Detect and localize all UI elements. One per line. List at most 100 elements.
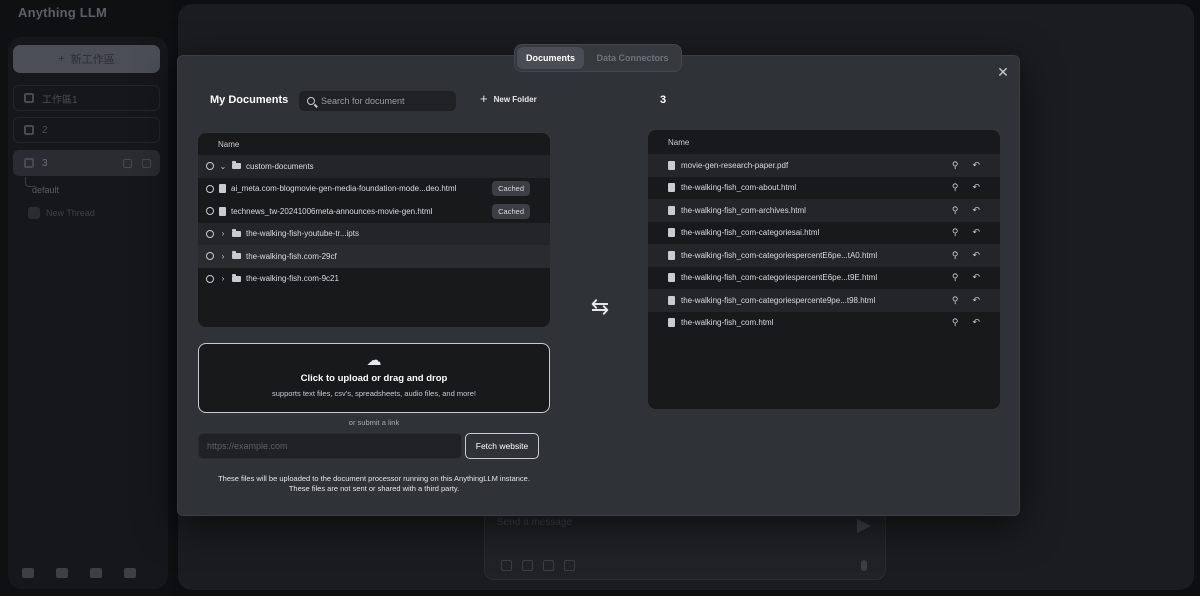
close-icon[interactable]: ✕: [996, 65, 1010, 79]
docs-icon[interactable]: [56, 568, 68, 578]
remove-icon[interactable]: ↶: [972, 250, 980, 261]
app-sidebar: Anything LLM + 新工作區 工作區1 2 3 default New…: [0, 0, 172, 596]
remove-icon[interactable]: ↶: [972, 227, 980, 238]
remove-icon[interactable]: ↶: [972, 205, 980, 216]
file-icon: [668, 250, 675, 260]
discord-icon[interactable]: [90, 568, 102, 578]
new-thread-button[interactable]: New Thread: [28, 207, 95, 219]
workspace-item-1[interactable]: 工作區1: [13, 85, 160, 111]
upload-icon[interactable]: [123, 158, 132, 168]
chevron-right-icon[interactable]: ›: [219, 274, 227, 283]
search-input[interactable]: [321, 96, 446, 106]
agent-icon[interactable]: [543, 560, 554, 571]
pin-icon[interactable]: ⚲: [952, 317, 959, 328]
item-name: the-walking-fish.com-29cf: [246, 251, 337, 261]
checkbox[interactable]: [206, 184, 214, 193]
pin-icon[interactable]: ⚲: [952, 272, 959, 283]
workspace-icon: [24, 93, 34, 103]
my-documents-title: My Documents: [210, 94, 289, 106]
list-item[interactable]: ⌄ custom-documents: [198, 155, 550, 178]
document-manager-modal: ✕ My Documents + New Folder 3 Name ⌄ cus…: [177, 55, 1020, 516]
list-item[interactable]: the-walking-fish_com-archives.html ⚲ ↶: [648, 199, 1000, 222]
chat-placeholder[interactable]: Send a message: [497, 517, 572, 528]
send-icon[interactable]: [857, 519, 871, 533]
item-name: custom-documents: [246, 161, 314, 171]
slash-command-icon[interactable]: [522, 560, 533, 571]
remove-icon[interactable]: ↶: [972, 317, 980, 328]
url-input[interactable]: [198, 433, 462, 459]
workspace-icon: [24, 125, 34, 135]
checkbox[interactable]: [206, 229, 214, 238]
workspace-title: 3: [660, 94, 667, 106]
chevron-right-icon[interactable]: ›: [219, 252, 227, 261]
chevron-right-icon[interactable]: ›: [219, 229, 227, 238]
remove-icon[interactable]: ↶: [972, 295, 980, 306]
list-item[interactable]: the-walking-fish_com-categoriesai.html ⚲…: [648, 222, 1000, 245]
workspace-label: 工作區1: [42, 94, 78, 106]
microphone-icon[interactable]: [861, 560, 867, 571]
checkbox[interactable]: [206, 274, 214, 283]
pin-icon[interactable]: ⚲: [952, 160, 959, 171]
checkbox[interactable]: [206, 252, 214, 261]
workspace-panel: + 新工作區 工作區1 2 3 default New Thread: [8, 37, 168, 589]
new-workspace-button[interactable]: + 新工作區: [13, 45, 160, 73]
list-item[interactable]: the-walking-fish_com-categoriespercentE6…: [648, 244, 1000, 267]
folder-icon: [232, 251, 241, 260]
upload-subtitle: supports text files, csv's, spreadsheets…: [271, 389, 477, 398]
item-name: the-walking-fish_com-categoriespercentE6…: [681, 273, 878, 283]
list-item[interactable]: the-walking-fish_com-categoriespercente9…: [648, 289, 1000, 312]
attach-icon[interactable]: [501, 560, 512, 571]
pin-icon[interactable]: ⚲: [952, 182, 959, 193]
swap-arrows-icon: ⇆: [590, 294, 610, 319]
remove-icon[interactable]: ↶: [972, 160, 980, 171]
file-icon: [668, 160, 675, 170]
tab-documents[interactable]: Documents: [517, 47, 584, 69]
plus-icon: +: [480, 91, 488, 106]
upload-dropzone[interactable]: ☁ Click to upload or drag and drop suppo…: [198, 343, 550, 413]
fetch-website-button[interactable]: Fetch website: [465, 433, 539, 459]
chevron-down-icon[interactable]: ⌄: [219, 162, 227, 171]
list-item[interactable]: technews_tw-20241006meta-announces-movie…: [198, 200, 550, 223]
list-item[interactable]: › the-walking-fish.com-29cf: [198, 245, 550, 268]
new-folder-button[interactable]: + New Folder: [480, 91, 537, 106]
checkbox[interactable]: [206, 207, 214, 216]
workspace-label: 3: [42, 157, 48, 169]
disclaimer-line-1: These files will be uploaded to the docu…: [218, 474, 530, 483]
text-size-icon[interactable]: [564, 560, 575, 571]
list-item[interactable]: ai_meta.com-blogmovie-gen-media-foundati…: [198, 178, 550, 201]
list-item[interactable]: › the-walking-fish.com-9c21: [198, 268, 550, 291]
workspace-item-2[interactable]: 2: [13, 117, 160, 143]
list-item[interactable]: the-walking-fish_com.html ⚲ ↶: [648, 312, 1000, 335]
column-header-name: Name: [668, 137, 690, 147]
upload-disclaimer: These files will be uploaded to the docu…: [198, 474, 550, 494]
document-search[interactable]: [299, 91, 456, 111]
remove-icon[interactable]: ↶: [972, 272, 980, 283]
remove-icon[interactable]: ↶: [972, 182, 980, 193]
cached-badge: Cached: [492, 203, 530, 219]
checkbox[interactable]: [206, 162, 214, 171]
chat-input-box[interactable]: Send a message: [484, 506, 886, 580]
list-item[interactable]: the-walking-fish_com-about.html ⚲ ↶: [648, 177, 1000, 200]
gear-icon[interactable]: [142, 158, 151, 168]
wrench-icon[interactable]: [124, 568, 136, 578]
list-item[interactable]: the-walking-fish_com-categoriespercentE6…: [648, 267, 1000, 290]
disclaimer-line-2: These files are not sent or shared with …: [288, 484, 460, 493]
pin-icon[interactable]: ⚲: [952, 205, 959, 216]
item-name: the-walking-fish_com-categoriespercente9…: [681, 295, 876, 305]
list-item[interactable]: movie-gen-research-paper.pdf ⚲ ↶: [648, 154, 1000, 177]
pin-icon[interactable]: ⚲: [952, 227, 959, 238]
workspace-label: 2: [42, 124, 48, 136]
pin-icon[interactable]: ⚲: [952, 295, 959, 306]
file-icon: [219, 206, 226, 216]
tab-data-connectors[interactable]: Data Connectors: [586, 47, 679, 69]
thread-default[interactable]: default: [32, 185, 59, 195]
new-thread-label: New Thread: [46, 208, 95, 218]
community-icon[interactable]: [22, 568, 34, 578]
list-item[interactable]: › the-walking-fish-youtube-tr...ipts: [198, 222, 550, 245]
plus-icon: +: [58, 53, 65, 65]
folder-icon: [232, 273, 241, 282]
pin-icon[interactable]: ⚲: [952, 250, 959, 261]
my-documents-list: Name ⌄ custom-documents ai_meta.com-blog…: [198, 133, 550, 327]
item-name: the-walking-fish_com-categoriesai.html: [681, 228, 820, 238]
workspace-item-3[interactable]: 3: [13, 150, 160, 176]
